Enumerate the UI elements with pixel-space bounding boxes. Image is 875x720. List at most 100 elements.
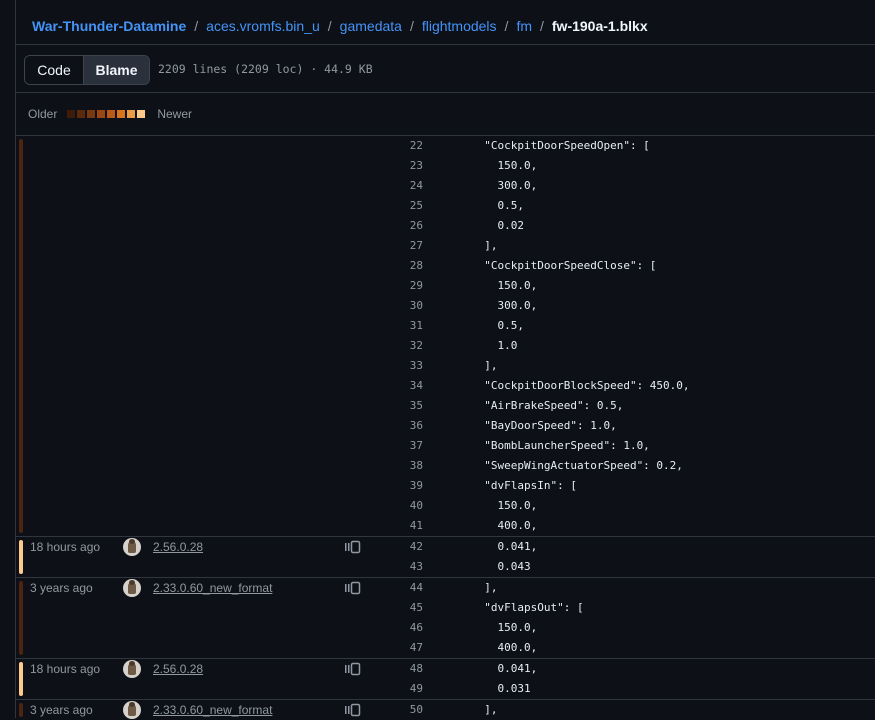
code-line: 35 "AirBrakeSpeed": 0.5, xyxy=(16,396,875,416)
line-number[interactable]: 41 xyxy=(363,516,423,536)
code-content: 0.031 xyxy=(471,682,531,695)
code-line: 40 150.0, xyxy=(16,496,875,516)
line-number[interactable]: 48 xyxy=(363,659,423,679)
view-mode-toggle: Code Blame xyxy=(24,55,150,85)
breadcrumb-separator: / xyxy=(409,18,414,34)
code-content: "dvFlapsOut": [ xyxy=(471,601,584,614)
legend-older-label: Older xyxy=(28,107,58,121)
breadcrumb-link-vromfs[interactable]: aces.vromfs.bin_u xyxy=(206,18,320,34)
divider xyxy=(16,92,875,93)
code-content: "CockpitDoorBlockSpeed": 450.0, xyxy=(471,379,690,392)
blame-table: 22 "CockpitDoorSpeedOpen": [23 150.0, 24 … xyxy=(16,136,875,720)
line-number[interactable]: 43 xyxy=(363,557,423,577)
line-number[interactable]: 23 xyxy=(363,156,423,176)
line-number[interactable]: 27 xyxy=(363,236,423,256)
line-number[interactable]: 31 xyxy=(363,316,423,336)
legend-newer-label: Newer xyxy=(157,107,193,121)
code-content: "CockpitDoorSpeedClose": [ xyxy=(471,259,657,272)
line-number[interactable]: 34 xyxy=(363,376,423,396)
code-content: 0.041, xyxy=(471,540,538,553)
blame-hunk: 18 hours ago 2.56.0.28 42 0.041, 43 0.043 xyxy=(16,536,875,577)
line-number[interactable]: 45 xyxy=(363,598,423,618)
code-line: 29 150.0, xyxy=(16,276,875,296)
code-line: 48 0.041, xyxy=(16,659,875,679)
line-number[interactable]: 28 xyxy=(363,256,423,276)
line-number[interactable]: 36 xyxy=(363,416,423,436)
line-number[interactable]: 22 xyxy=(363,136,423,156)
code-content: "dvFlapsIn": [ xyxy=(471,479,577,492)
code-content: 1.0 xyxy=(471,339,518,352)
code-line: 44 ], xyxy=(16,578,875,598)
line-number[interactable]: 49 xyxy=(363,679,423,699)
code-line: 46 150.0, xyxy=(16,618,875,638)
code-line: 33 ], xyxy=(16,356,875,376)
breadcrumb-link-gamedata[interactable]: gamedata xyxy=(340,18,402,34)
code-line: 43 0.043 xyxy=(16,557,875,577)
blame-hunk: 18 hours ago 2.56.0.28 48 0.041, 49 0.031 xyxy=(16,658,875,699)
line-number[interactable]: 30 xyxy=(363,296,423,316)
line-number[interactable]: 25 xyxy=(363,196,423,216)
code-content: 400.0, xyxy=(471,641,538,654)
code-line: 30 300.0, xyxy=(16,296,875,316)
legend-swatch xyxy=(137,110,146,118)
code-line: 27 ], xyxy=(16,236,875,256)
code-line: 41 400.0, xyxy=(16,516,875,536)
line-number[interactable]: 29 xyxy=(363,276,423,296)
code-line: 42 0.041, xyxy=(16,537,875,557)
code-content: "CockpitDoorSpeedOpen": [ xyxy=(471,139,650,152)
line-number[interactable]: 33 xyxy=(363,356,423,376)
line-number[interactable]: 35 xyxy=(363,396,423,416)
code-line: 26 0.02 xyxy=(16,216,875,236)
line-number[interactable]: 42 xyxy=(363,537,423,557)
blame-hunk: 22 "CockpitDoorSpeedOpen": [23 150.0, 24 … xyxy=(16,136,875,536)
code-content: 0.02 xyxy=(471,219,524,232)
code-content: 0.043 xyxy=(471,560,531,573)
blame-age-legend: Older Newer xyxy=(28,107,192,121)
line-number[interactable]: 26 xyxy=(363,216,423,236)
breadcrumb-link-fm[interactable]: fm xyxy=(516,18,532,34)
breadcrumb-repo-link[interactable]: War-Thunder-Datamine xyxy=(32,18,186,34)
line-number[interactable]: 50 xyxy=(363,700,423,720)
line-number[interactable]: 46 xyxy=(363,618,423,638)
code-content: "SweepWingActuatorSpeed": 0.2, xyxy=(471,459,683,472)
code-content: "BombLauncherSpeed": 1.0, xyxy=(471,439,650,452)
code-line: 22 "CockpitDoorSpeedOpen": [ xyxy=(16,136,875,156)
breadcrumb-separator: / xyxy=(194,18,199,34)
code-content: "BayDoorSpeed": 1.0, xyxy=(471,419,617,432)
line-number[interactable]: 40 xyxy=(363,496,423,516)
blame-hunk: 3 years ago 2.33.0.60_new_format 44 ], 45 "… xyxy=(16,577,875,658)
code-content: ], xyxy=(471,703,498,716)
code-line: 49 0.031 xyxy=(16,679,875,699)
blame-view-button[interactable]: Blame xyxy=(84,56,149,84)
code-line: 47 400.0, xyxy=(16,638,875,658)
breadcrumb-separator: / xyxy=(504,18,509,34)
code-content: 150.0, xyxy=(471,621,538,634)
code-line: 38 "SweepWingActuatorSpeed": 0.2, xyxy=(16,456,875,476)
line-number[interactable]: 47 xyxy=(363,638,423,658)
code-content: 0.5, xyxy=(471,319,524,332)
line-number[interactable]: 37 xyxy=(363,436,423,456)
code-content: 150.0, xyxy=(471,159,538,172)
legend-swatch xyxy=(67,110,76,118)
code-line: 37 "BombLauncherSpeed": 1.0, xyxy=(16,436,875,456)
code-line: 34 "CockpitDoorBlockSpeed": 450.0, xyxy=(16,376,875,396)
code-view-button[interactable]: Code xyxy=(25,56,84,84)
breadcrumb-current-file: fw-190a-1.blkx xyxy=(551,18,648,34)
code-line: 23 150.0, xyxy=(16,156,875,176)
legend-swatch xyxy=(77,110,86,118)
breadcrumb: War-Thunder-Datamine / aces.vromfs.bin_u… xyxy=(32,16,648,36)
file-info: 2209 lines (2209 loc) · 44.9 KB xyxy=(158,62,373,76)
line-number[interactable]: 39 xyxy=(363,476,423,496)
legend-swatch xyxy=(87,110,96,118)
code-content: 150.0, xyxy=(471,279,538,292)
code-line: 36 "BayDoorSpeed": 1.0, xyxy=(16,416,875,436)
code-content: 300.0, xyxy=(471,179,538,192)
breadcrumb-link-flightmodels[interactable]: flightmodels xyxy=(422,18,497,34)
code-line: 39 "dvFlapsIn": [ xyxy=(16,476,875,496)
line-number[interactable]: 38 xyxy=(363,456,423,476)
line-number[interactable]: 24 xyxy=(363,176,423,196)
line-number[interactable]: 32 xyxy=(363,336,423,356)
code-content: ], xyxy=(471,359,498,372)
line-number[interactable]: 44 xyxy=(363,578,423,598)
legend-swatch xyxy=(127,110,136,118)
